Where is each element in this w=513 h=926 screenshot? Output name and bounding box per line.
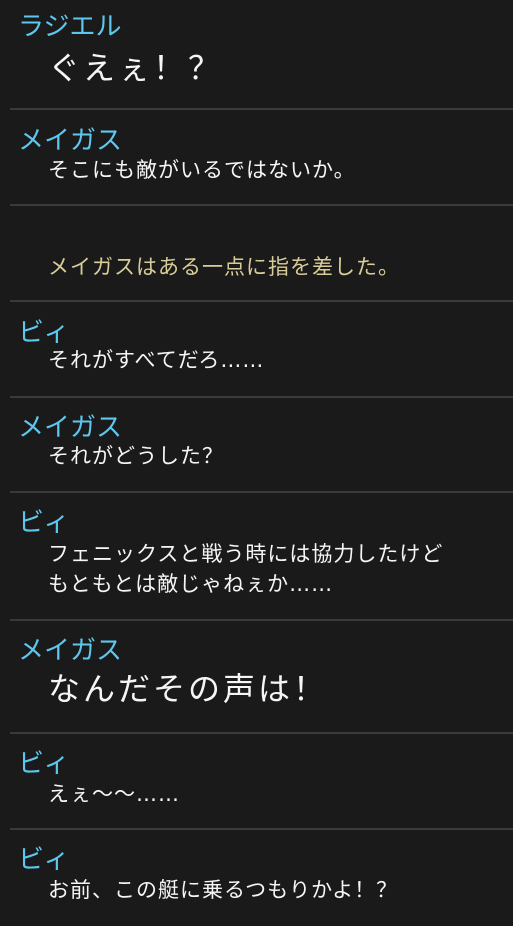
dialogue-line: なんだその声は！ xyxy=(48,670,329,708)
speaker-name: メイガス xyxy=(18,413,123,443)
log-entry: メイガス なんだその声は！ xyxy=(0,621,513,732)
log-entry: ビィ それがすべてだろ…… xyxy=(0,302,513,396)
speaker-name: ビィ xyxy=(18,318,70,348)
dialogue-line: ぐえぇ！？ xyxy=(48,49,224,87)
log-entry: ビィ フェニックスと戦う時には協力したけど もともとは敵じゃねぇか…… xyxy=(0,493,513,619)
dialogue-line: そこにも敵がいるではないか。 xyxy=(48,158,356,182)
speaker-name: ビィ xyxy=(18,508,70,538)
speaker-name: メイガス xyxy=(18,636,123,666)
speaker-name: ビィ xyxy=(18,845,70,875)
dialogue-line: フェニックスと戦う時には協力したけど xyxy=(48,542,444,566)
dialogue-line: えぇ～～…… xyxy=(48,782,180,806)
log-entry: メイガス そこにも敵がいるではないか。 xyxy=(0,110,513,205)
narration-line: メイガスはある一点に指を差した。 xyxy=(48,255,400,279)
dialogue-line: それがすべてだろ…… xyxy=(48,348,265,372)
speaker-name: ラジエル xyxy=(18,12,122,42)
log-entry: メイガスはある一点に指を差した。 xyxy=(0,206,513,300)
speaker-name: ビィ xyxy=(18,749,70,779)
message-log[interactable]: ラジエル ぐえぇ！？ メイガス そこにも敵がいるではないか。 メイガスはある一点… xyxy=(0,0,513,926)
speaker-name: メイガス xyxy=(18,126,123,156)
log-entry: ビィ お前、この艇に乗るつもりかよ！？ xyxy=(0,830,513,926)
log-entry: ビィ えぇ～～…… xyxy=(0,734,513,828)
log-entry: メイガス それがどうした？ xyxy=(0,398,513,491)
dialogue-line: それがどうした？ xyxy=(48,444,224,468)
log-entry: ラジエル ぐえぇ！？ xyxy=(0,0,513,109)
dialogue-line: もともとは敵じゃねぇか…… xyxy=(48,572,334,596)
dialogue-line: お前、この艇に乗るつもりかよ！？ xyxy=(48,878,399,902)
